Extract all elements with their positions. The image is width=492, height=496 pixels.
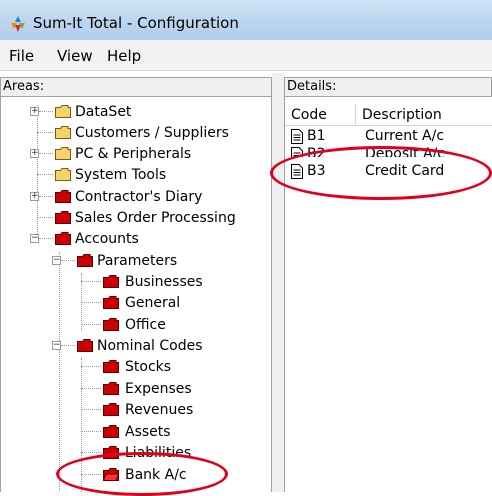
folder-red-icon [103, 318, 119, 331]
tree-item-label: Contractor's Diary [75, 189, 203, 205]
folder-red-icon [103, 403, 119, 416]
folder-icon [55, 168, 71, 181]
pane-splitter[interactable] [272, 73, 284, 492]
tree-item-label: System Tools [75, 167, 167, 183]
description-cell: Current A/c [365, 128, 445, 144]
highlight-ellipse-credit-card [270, 146, 492, 200]
folder-red-icon [103, 360, 119, 373]
tree-item-label: DataSet [75, 104, 132, 120]
sum-it-logo-icon [11, 16, 25, 32]
window-title: Sum-It Total - Configuration [33, 14, 239, 32]
tree-item-label: Assets [125, 424, 171, 440]
tree-item-label: Office [125, 317, 166, 333]
column-header-code[interactable]: Code [285, 104, 356, 126]
title-bar: Sum-It Total - Configuration [0, 0, 492, 40]
expand-toggle[interactable]: + [30, 107, 39, 116]
collapse-toggle[interactable]: − [52, 341, 61, 350]
folder-red-icon [103, 275, 119, 288]
tree-item-label: PC & Peripherals [75, 146, 192, 162]
tree-item-label: Customers / Suppliers [75, 125, 229, 141]
column-header-description[interactable]: Description [356, 104, 492, 126]
menu-view[interactable]: View [57, 47, 93, 65]
tree-item-label: Sales Order Processing [75, 210, 236, 226]
list-row-b1[interactable]: B1 Current A/c [285, 127, 492, 147]
tree-item-label: Businesses [125, 274, 203, 290]
tree-item-label: Accounts [75, 231, 139, 247]
expand-toggle[interactable]: + [30, 192, 39, 201]
tree-item-label: Stocks [125, 359, 172, 375]
code-cell: B1 [307, 128, 326, 144]
folder-red-icon [55, 190, 71, 203]
folder-icon [55, 105, 71, 118]
folder-icon [55, 126, 71, 139]
folder-icon [55, 147, 71, 160]
folder-red-icon [103, 382, 119, 395]
menu-bar: File View Help [0, 40, 492, 71]
areas-tree[interactable]: + DataSet Customers / Suppliers + PC & P… [0, 97, 272, 492]
tree-item-label: Revenues [125, 402, 194, 418]
document-icon [291, 129, 303, 144]
details-header: Details: [284, 77, 492, 97]
menu-file[interactable]: File [9, 47, 34, 65]
tree-item-label: Expenses [125, 381, 192, 397]
folder-red-icon [55, 232, 71, 245]
folder-red-icon [103, 296, 119, 309]
menu-help[interactable]: Help [107, 47, 141, 65]
expand-toggle[interactable]: + [30, 149, 39, 158]
tree-item-label: Nominal Codes [97, 338, 203, 354]
tree-item-label: Parameters [97, 253, 178, 269]
collapse-toggle[interactable]: − [30, 234, 39, 243]
folder-red-icon [103, 425, 119, 438]
folder-red-icon [55, 211, 71, 224]
highlight-ellipse-bank-ac [56, 452, 228, 496]
folder-red-icon [77, 254, 93, 267]
collapse-toggle[interactable]: − [52, 256, 61, 265]
folder-red-icon [77, 339, 93, 352]
areas-header: Areas: [0, 77, 272, 97]
tree-item-label: General [125, 295, 181, 311]
